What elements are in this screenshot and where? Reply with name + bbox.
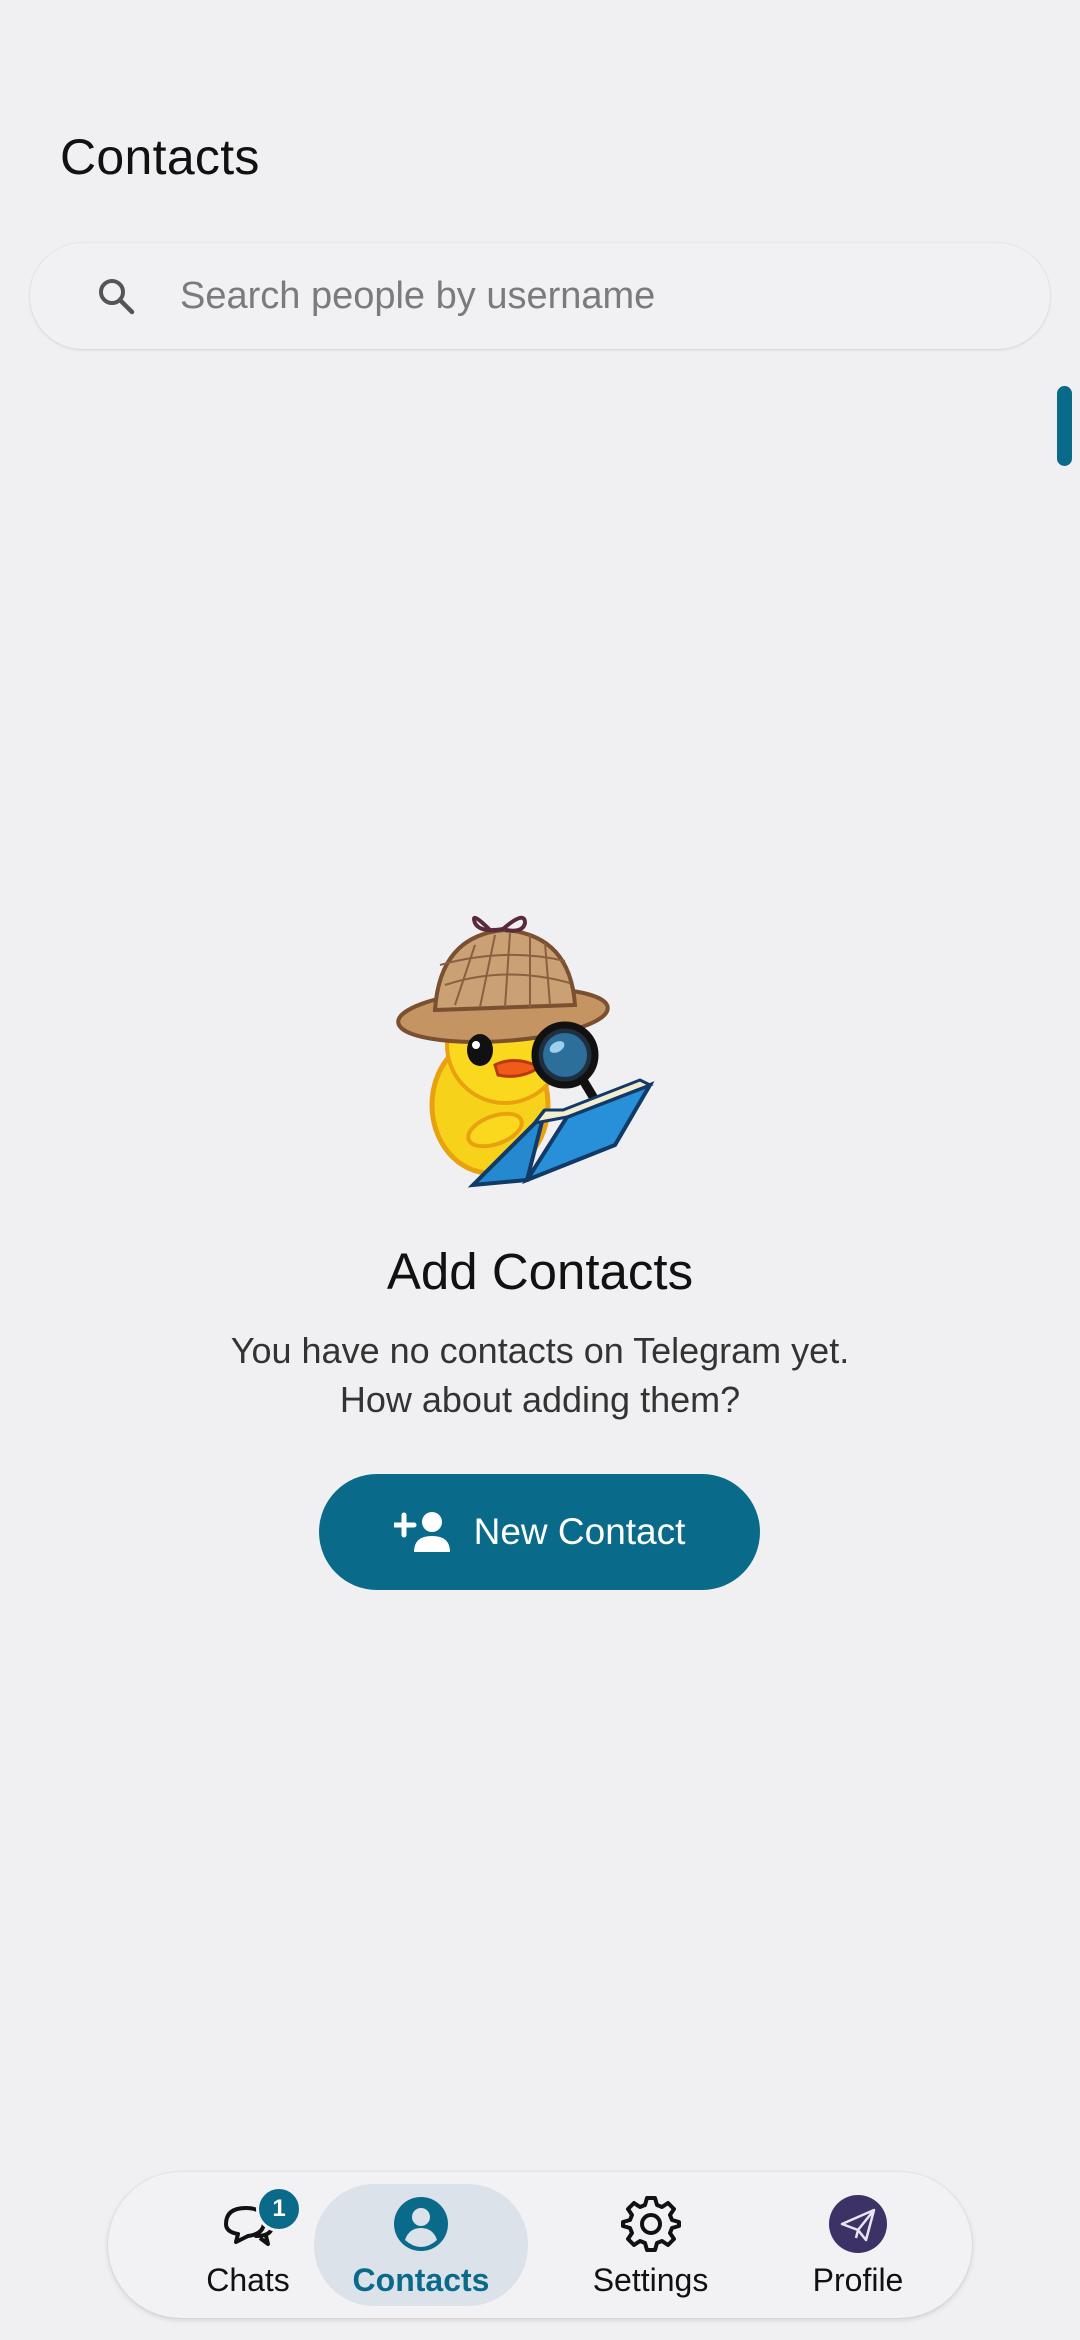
nav-label-profile: Profile: [812, 2262, 904, 2298]
paper-plane-avatar-icon: [829, 2195, 887, 2253]
unread-badge: 1: [256, 2186, 302, 2232]
nav-label-chats: Chats: [206, 2262, 290, 2298]
nav-label-contacts: Contacts: [352, 2262, 490, 2298]
nav-tab-settings[interactable]: Settings: [563, 2184, 738, 2306]
bottom-navigation: 1 Chats Contacts Settings Profile: [108, 2172, 972, 2318]
search-bar[interactable]: [30, 243, 1050, 349]
nav-tab-chats[interactable]: 1 Chats: [168, 2184, 328, 2306]
search-input[interactable]: [180, 243, 1000, 349]
nav-label-settings: Settings: [592, 2262, 709, 2298]
person-circle-icon: [394, 2197, 448, 2251]
page-title: Contacts: [60, 129, 260, 185]
add-person-icon: [393, 1512, 450, 1552]
nav-tab-profile[interactable]: Profile: [788, 2184, 928, 2306]
empty-state-text-line2: How about adding them?: [339, 1379, 741, 1420]
scroll-indicator[interactable]: [1057, 386, 1072, 466]
empty-state-text-line1: You have no contacts on Telegram yet.: [230, 1330, 850, 1371]
gear-icon: [620, 2196, 681, 2252]
search-icon: [99, 279, 135, 315]
nav-tab-contacts[interactable]: Contacts: [314, 2184, 528, 2306]
new-contact-button[interactable]: New Contact: [319, 1474, 760, 1590]
new-contact-label: New Contact: [473, 1511, 686, 1552]
duck-detective-sticker: [396, 915, 655, 1188]
empty-state-title: Add Contacts: [386, 1243, 694, 1300]
